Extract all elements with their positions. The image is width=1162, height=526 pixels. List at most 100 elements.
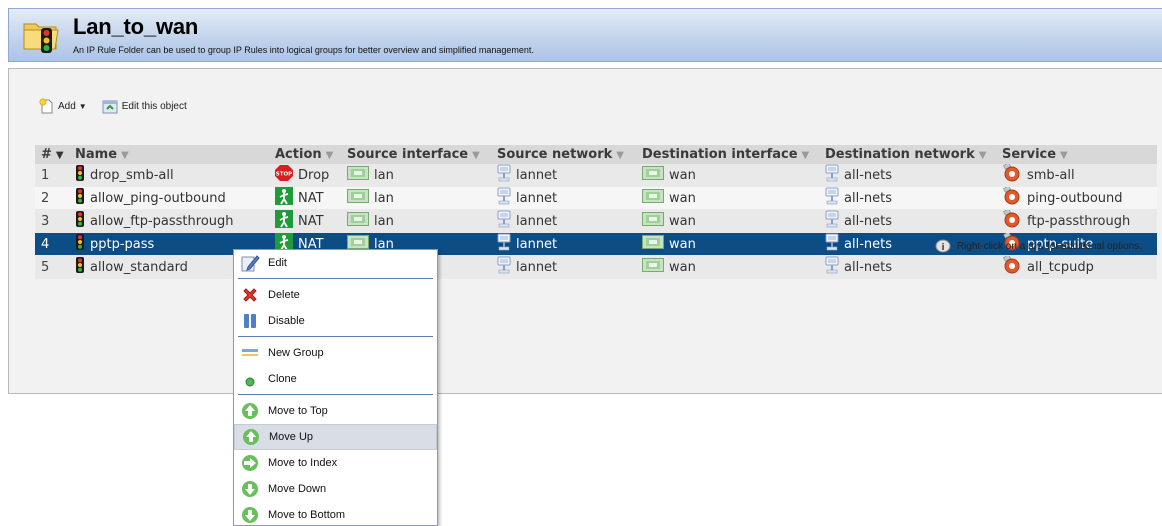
row-destination-interface-cell: wan xyxy=(636,255,819,279)
row-destination-interface-cell: wan xyxy=(636,186,819,210)
row-source-network-cell: lannet xyxy=(491,255,636,279)
destination-network: all-nets xyxy=(844,236,892,252)
column-header-source-network[interactable]: Source network ▼ xyxy=(491,145,636,164)
row-source-network-cell: lannet xyxy=(491,164,636,187)
rule-name: allow_standard xyxy=(90,259,188,275)
service-icon xyxy=(1002,254,1022,278)
menu-item-clone[interactable]: Clone xyxy=(234,366,437,392)
rule-name: allow_ping-outbound xyxy=(90,190,226,206)
source-network: lannet xyxy=(516,236,558,252)
interface-icon xyxy=(642,258,664,276)
service: ping-outbound xyxy=(1027,190,1123,206)
destination-network: all-nets xyxy=(844,167,892,183)
menu-item-move-to-index[interactable]: Move to Index xyxy=(234,450,437,476)
row-name-cell: allow_ping-outbound xyxy=(69,186,269,210)
column-header-destination-interface[interactable]: Destination interface ▼ xyxy=(636,145,819,164)
source-network: lannet xyxy=(516,190,558,206)
right-click-hint: i Right-click on a row for additional op… xyxy=(935,239,1142,253)
interface-icon xyxy=(347,189,369,207)
sort-icon: ▼ xyxy=(325,150,334,161)
menu-item-move-down[interactable]: Move Down xyxy=(234,476,437,502)
destination-network: all-nets xyxy=(844,190,892,206)
table-row[interactable]: 3 allow_ftp-passthrough NAT lan lannet wan all… xyxy=(35,208,1157,233)
service-icon xyxy=(1002,162,1022,186)
sort-icon: ▼ xyxy=(801,150,810,161)
destination-interface: wan xyxy=(669,213,696,229)
interface-icon xyxy=(642,212,664,230)
column-header-action[interactable]: Action ▼ xyxy=(269,145,341,164)
source-network: lannet xyxy=(516,259,558,275)
row-source-interface-cell: lan xyxy=(341,164,491,187)
network-icon xyxy=(497,187,511,209)
row-action-cell: NAT xyxy=(269,186,341,210)
row-service-cell: all_tcpudp xyxy=(996,254,1157,279)
column-header-service[interactable]: Service ▼ xyxy=(996,145,1157,164)
page-header: Lan_to_wan An IP Rule Folder can be used… xyxy=(8,8,1162,62)
nat-icon xyxy=(275,210,293,232)
interface-icon xyxy=(642,189,664,207)
menu-item-edit[interactable]: Edit xyxy=(234,250,437,276)
menu-item-new-group[interactable]: New Group xyxy=(234,340,437,366)
row-action-cell: NAT xyxy=(269,209,341,233)
row-service-cell: smb-all xyxy=(996,162,1157,187)
arrow-down-bottom-icon xyxy=(239,504,261,526)
menu-item-delete[interactable]: Delete xyxy=(234,282,437,308)
row-source-network-cell: lannet xyxy=(491,209,636,233)
new-document-icon xyxy=(39,98,53,114)
row-source-network-cell: lannet xyxy=(491,186,636,210)
row-destination-interface-cell: wan xyxy=(636,164,819,187)
menu-item-move-up[interactable]: Move Up xyxy=(234,424,437,450)
rule-folder-icon xyxy=(23,23,59,53)
rule-name: drop_smb-all xyxy=(90,167,174,183)
menu-item-disable[interactable]: Disable xyxy=(234,308,437,334)
menu-item-move-to-bottom[interactable]: Move to Bottom xyxy=(234,502,437,526)
row-service-cell: ftp-passthrough xyxy=(996,208,1157,233)
context-menu: Edit Delete Disable New Group Clone Move… xyxy=(233,249,438,526)
row-index: 5 xyxy=(35,255,69,279)
chevron-down-icon: ▼ xyxy=(78,101,87,111)
row-destination-interface-cell: wan xyxy=(636,209,819,233)
toolbar: Add ▼ Edit this object xyxy=(39,96,201,116)
menu-separator xyxy=(238,278,433,279)
interface-icon xyxy=(642,166,664,184)
row-index: 3 xyxy=(35,209,69,233)
interface-icon xyxy=(642,235,664,253)
table-row[interactable]: 5 allow_standard lannet wan all-nets all_tcpu… xyxy=(35,254,1157,279)
table-row[interactable]: 1 drop_smb-all STOP Drop lan lannet wan all-net… xyxy=(35,162,1157,187)
service: ftp-passthrough xyxy=(1027,213,1131,229)
network-icon xyxy=(497,164,511,186)
hint-text: Right-click on a row for additional opti… xyxy=(956,240,1142,252)
page-title: Lan_to_wan xyxy=(73,14,199,39)
rule-action: NAT xyxy=(298,190,324,206)
svg-text:STOP: STOP xyxy=(276,172,292,178)
row-name-cell: drop_smb-all xyxy=(69,164,269,187)
column-header-index[interactable]: # ▼ xyxy=(35,145,69,164)
destination-network: all-nets xyxy=(844,259,892,275)
column-header-destination-network[interactable]: Destination network ▼ xyxy=(819,145,996,164)
menu-separator xyxy=(238,394,433,395)
delete-icon xyxy=(239,284,261,306)
nat-icon xyxy=(275,187,293,209)
table-header-row: # ▼ Name ▼ Action ▼ Source interface ▼ Sourc… xyxy=(35,145,1157,164)
sort-desc-icon: ▼ xyxy=(55,150,64,161)
arrow-down-icon xyxy=(239,478,261,500)
ip-rules-table: # ▼ Name ▼ Action ▼ Source interface ▼ Sourc… xyxy=(35,145,1157,279)
row-source-interface-cell: lan xyxy=(341,186,491,210)
column-header-source-interface[interactable]: Source interface ▼ xyxy=(341,145,491,164)
add-button[interactable]: Add ▼ xyxy=(39,98,87,114)
edit-object-button[interactable]: Edit this object xyxy=(101,98,187,114)
row-index: 1 xyxy=(35,164,69,187)
table-row[interactable]: 2 allow_ping-outbound NAT lan lannet wan all-n… xyxy=(35,185,1157,210)
column-header-name[interactable]: Name ▼ xyxy=(69,145,269,164)
new-group-icon xyxy=(239,342,261,364)
arrow-up-top-icon xyxy=(239,400,261,422)
add-label: Add xyxy=(58,100,76,112)
network-icon xyxy=(825,187,839,209)
service-icon xyxy=(1002,208,1022,232)
network-icon xyxy=(825,256,839,278)
menu-item-move-to-top[interactable]: Move to Top xyxy=(234,398,437,424)
edit-object-label: Edit this object xyxy=(121,100,187,112)
traffic-light-icon xyxy=(75,257,85,277)
info-icon: i xyxy=(935,239,951,253)
sort-icon: ▼ xyxy=(121,150,129,161)
